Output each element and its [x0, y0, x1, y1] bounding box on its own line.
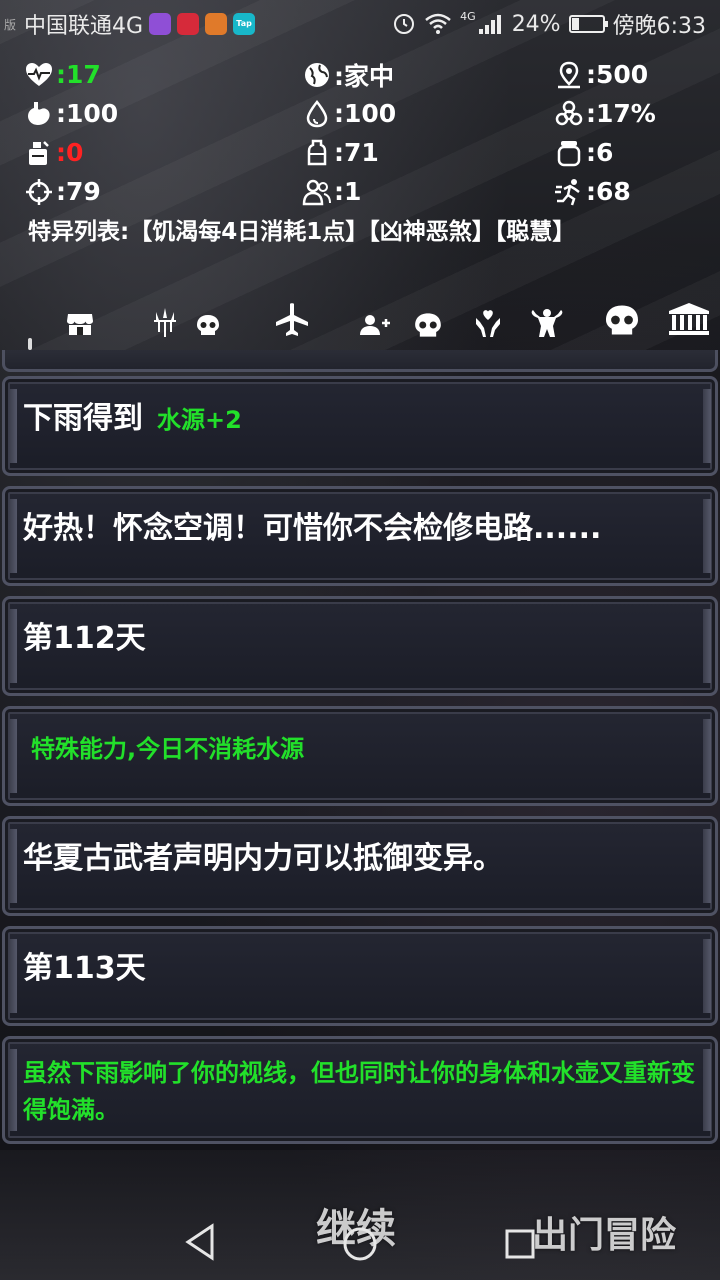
stats-panel: :17 :家中 :500 :100 :100 :17% :0 :71 :6 :7… — [24, 56, 704, 210]
weapons-button[interactable] — [150, 306, 180, 338]
jar-icon — [557, 140, 581, 166]
skull-button[interactable] — [414, 312, 442, 338]
log-text: 虽然下雨影响了你的视线，但也同时让你的身体和水壶又重新变得饱满。 — [23, 1059, 695, 1124]
stat-infection: :17% — [554, 95, 704, 132]
food-value: :0 — [56, 138, 84, 167]
stat-water: :100 — [302, 95, 554, 132]
crosshair-icon — [26, 178, 52, 205]
wifi-icon — [425, 13, 451, 34]
adventure-button[interactable]: 出门冒险 — [532, 1206, 676, 1258]
stomach-icon — [28, 101, 50, 125]
recents-icon[interactable] — [504, 1228, 536, 1260]
log-text: 第113天 — [23, 951, 146, 986]
add-person-icon — [360, 315, 390, 335]
app-icon-orange — [205, 13, 228, 35]
stat-speed: :68 — [554, 173, 704, 210]
stomach-value: :100 — [56, 99, 119, 128]
log-text: 下雨得到 — [23, 401, 143, 436]
status-edge-text: 版 — [4, 17, 17, 32]
globe-icon — [305, 62, 329, 87]
stat-stomach: :100 — [24, 95, 302, 132]
clock: 傍晚6:33 — [612, 14, 706, 39]
map-pin-icon — [558, 61, 580, 88]
train-button[interactable] — [528, 308, 566, 338]
signal-icon — [478, 15, 501, 34]
log-card: 好热！怀念空调！可惜你不会检修电路...... — [2, 486, 718, 586]
heal-button[interactable] — [474, 308, 502, 338]
muscle-icon — [531, 309, 563, 337]
network-type-label: 4G — [460, 9, 476, 23]
trident-icon — [154, 308, 176, 337]
recruit-button[interactable] — [360, 314, 390, 336]
heart-hands-icon — [476, 310, 500, 337]
traits-list: 特异列表:【饥渴每4日消耗1点】【凶神恶煞】【聪慧】 — [28, 219, 576, 245]
bank-button[interactable] — [668, 302, 710, 336]
log-text: 特殊能力,今日不消耗水源 — [31, 735, 305, 763]
log-text: 华夏古武者声明内力可以抵御变异。 — [23, 841, 503, 876]
log-reward: 水源+2 — [157, 406, 242, 434]
stat-aim: :79 — [24, 173, 302, 210]
log-text: 第112天 — [23, 621, 146, 656]
status-bar: 版 中国联通4G Tap 4G 24% 傍晚6:33 — [0, 0, 720, 48]
app-icon-tap: Tap — [233, 13, 256, 35]
battery-level — [571, 18, 579, 30]
log-card: 虽然下雨影响了你的视线，但也同时让你的身体和水壶又重新变得饱满。 — [2, 1036, 718, 1144]
group-icon — [302, 179, 331, 205]
skull-button-large[interactable] — [604, 304, 640, 336]
action-toolbar — [0, 296, 720, 348]
app-icon-red — [177, 13, 200, 35]
skull-icon — [197, 315, 219, 335]
shop-button[interactable] — [66, 312, 94, 336]
health-value: :17 — [56, 60, 101, 89]
carrier-label: 中国联通4G — [24, 14, 144, 39]
log-card: 华夏古武者声明内力可以抵御变异。 — [2, 816, 718, 916]
stat-health: :17 — [24, 56, 302, 93]
skull-button-small[interactable] — [196, 314, 220, 336]
battery-percent: 24% — [511, 11, 561, 37]
stat-location: :家中 — [302, 56, 554, 93]
alarm-icon — [394, 14, 415, 34]
stat-container: :6 — [554, 134, 704, 171]
bottle-value: :71 — [334, 138, 379, 167]
log-card: 特殊能力,今日不消耗水源 — [2, 706, 718, 806]
people-value: :1 — [334, 177, 362, 206]
battery-icon — [568, 15, 608, 33]
home-icon[interactable] — [342, 1226, 378, 1262]
scroll-indicator — [28, 338, 32, 350]
log-card: 第113天 — [2, 926, 718, 1026]
travel-button[interactable] — [274, 302, 310, 338]
heart-pulse-icon — [26, 62, 52, 86]
stat-food: :0 — [24, 134, 302, 171]
log-text: 好热！怀念空调！可惜你不会检修电路...... — [23, 511, 602, 546]
log-card-partial — [2, 350, 718, 372]
shop-icon — [67, 314, 93, 335]
airplane-icon — [276, 303, 308, 336]
stat-distance: :500 — [554, 56, 704, 93]
canned-food-icon — [29, 140, 49, 165]
speed-value: :68 — [586, 177, 631, 206]
water-drop-icon — [306, 99, 328, 127]
stat-people: :1 — [302, 173, 554, 210]
infection-value: :17% — [586, 99, 656, 128]
aim-value: :79 — [56, 177, 101, 206]
bank-icon — [669, 303, 709, 335]
log-card: 下雨得到 水源+2 — [2, 376, 718, 476]
stat-bottle: :71 — [302, 134, 554, 171]
water-value: :100 — [334, 99, 397, 128]
biohazard-icon — [555, 100, 583, 125]
distance-value: :500 — [586, 60, 649, 89]
bottle-icon — [307, 139, 327, 165]
app-icon-purple — [149, 13, 172, 35]
big-skull-icon — [606, 305, 638, 335]
running-icon — [555, 178, 580, 205]
skull-icon-2 — [415, 313, 441, 337]
back-icon[interactable] — [184, 1222, 216, 1262]
log-card: 第112天 — [2, 596, 718, 696]
container-value: :6 — [586, 138, 614, 167]
location-value: :家中 — [334, 61, 394, 91]
